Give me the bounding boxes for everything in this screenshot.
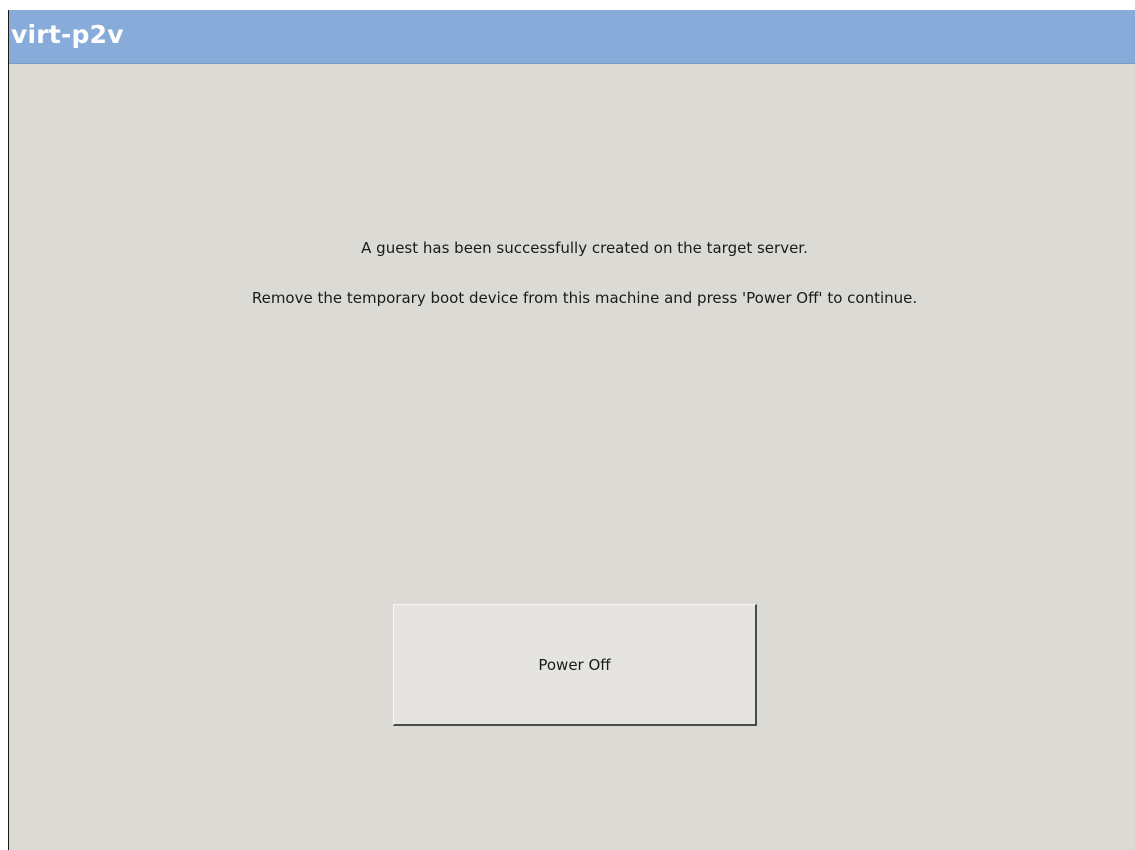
instruction-message: Remove the temporary boot device from th…	[251, 289, 918, 307]
p2v-window: virt-p2v A guest has been successfully c…	[8, 10, 1135, 850]
power-off-label: Power Off	[538, 655, 611, 674]
window-title: virt-p2v	[11, 20, 124, 49]
title-bar: virt-p2v	[9, 10, 1135, 64]
success-message: A guest has been successfully created on…	[361, 239, 808, 257]
power-off-button[interactable]: Power Off	[393, 604, 757, 726]
